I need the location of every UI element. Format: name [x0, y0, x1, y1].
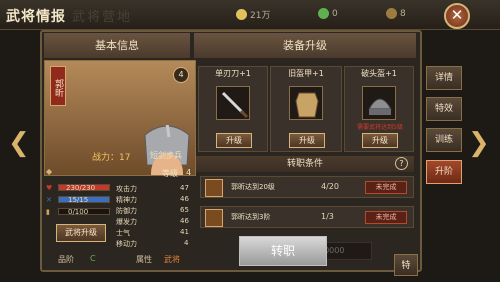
side-button-partial[interactable]: 特	[394, 254, 418, 276]
hp-heart-icon: ♥	[46, 184, 53, 192]
prev-hero-arrow-icon[interactable]: ❮	[8, 130, 30, 156]
transfer-button[interactable]: 转职	[239, 236, 327, 266]
exp-value: 0/100	[68, 208, 89, 216]
stat-label: 精神力	[116, 196, 137, 204]
ghost-title: 武将营地	[72, 10, 133, 25]
hero-upgrade-button[interactable]: 武将升级	[56, 224, 106, 242]
jade-icon	[318, 8, 329, 19]
mp-value: 15/15	[68, 196, 89, 204]
resource-jade: 0	[318, 8, 338, 19]
food-icon	[386, 8, 397, 19]
sword-item-icon[interactable]	[216, 86, 250, 120]
stat-value: 47	[180, 184, 189, 192]
grade-crest-icon: ◆	[46, 167, 53, 176]
close-button[interactable]: ✕	[444, 3, 470, 29]
stat-label: 士气	[116, 229, 130, 237]
stat-value: 46	[180, 195, 189, 203]
resource-gold: 21万	[236, 8, 270, 21]
helmet-item-icon[interactable]	[362, 86, 396, 120]
grade-label: 等级	[162, 169, 178, 178]
exp-book-icon: ▮	[46, 208, 50, 216]
conditions-title: 转职条件	[286, 159, 323, 169]
grade-value: 4	[186, 168, 192, 177]
hero-unit-type: 短剑步兵	[150, 151, 182, 160]
gold-coin-icon	[236, 9, 247, 20]
upgrade-helmet-button[interactable]: 升级	[362, 133, 398, 148]
condition-status: 未完成	[365, 211, 407, 224]
stat-label: 爆发力	[116, 218, 137, 226]
tab-basic-info[interactable]: 基本信息	[44, 33, 190, 58]
quality-value: C	[90, 254, 96, 263]
tab-equipment-upgrade[interactable]: 装备升级	[194, 33, 416, 58]
conditions-header: 转职条件 ?	[196, 156, 414, 172]
stat-value: 41	[180, 228, 189, 236]
stat-label: 移动力	[116, 240, 137, 248]
attribute-value: 武将	[164, 255, 180, 264]
mp-sword-icon: ✕	[46, 196, 52, 204]
upgrade-armor-button[interactable]: 升级	[289, 133, 325, 148]
condition-text: 郭昕达到20级	[231, 183, 275, 191]
quality-label: 品阶	[58, 255, 74, 264]
next-hero-arrow-icon[interactable]: ❯	[468, 130, 490, 156]
condition-text: 郭昕达到3阶	[231, 213, 271, 221]
stat-value: 4	[184, 239, 189, 247]
condition-icon	[205, 209, 223, 227]
close-icon: ✕	[450, 6, 464, 24]
grade-line: ◆ 等级 4	[44, 166, 196, 180]
attribute-label: 属性	[136, 255, 152, 264]
side-button-effects[interactable]: 特效	[426, 97, 462, 121]
equipment-name: 单刃刀+1	[215, 69, 251, 78]
upgrade-sword-button[interactable]: 升级	[216, 133, 252, 148]
hero-level-badge: 4	[173, 67, 189, 83]
top-bar: 武将情报 武将营地 21万 0 8 ✕	[0, 0, 500, 30]
window-title: 武将情报	[6, 9, 66, 25]
hero-name: 郭昕	[50, 66, 66, 106]
hero-power: 战力：17	[92, 153, 131, 163]
hp-value: 230/230	[66, 184, 96, 192]
side-button-details[interactable]: 详情	[426, 66, 462, 90]
helmet-requirement-note: 需要武将达到5级	[357, 124, 403, 131]
stat-value: 46	[180, 217, 189, 225]
condition-row: 郭昕达到3阶 1/3 未完成	[200, 206, 414, 228]
armor-item-icon[interactable]	[289, 86, 323, 120]
equipment-name: 破头盔+1	[361, 69, 397, 78]
side-button-training[interactable]: 训练	[426, 128, 462, 152]
stat-label: 攻击力	[116, 185, 137, 193]
quality-row: 品阶 C 属性 武将	[44, 252, 234, 266]
equipment-name: 旧盔甲+1	[288, 69, 324, 78]
condition-icon	[205, 179, 223, 197]
resource-food: 8	[386, 8, 406, 19]
condition-row: 郭昕达到20级 4/20 未完成	[200, 176, 414, 198]
condition-count: 1/3	[321, 212, 334, 221]
side-button-promote[interactable]: 升阶	[426, 160, 462, 184]
stat-value: 65	[180, 206, 189, 214]
help-icon[interactable]: ?	[395, 157, 408, 170]
condition-status: 未完成	[365, 181, 407, 194]
condition-count: 4/20	[321, 182, 339, 191]
stat-label: 防御力	[116, 207, 137, 215]
